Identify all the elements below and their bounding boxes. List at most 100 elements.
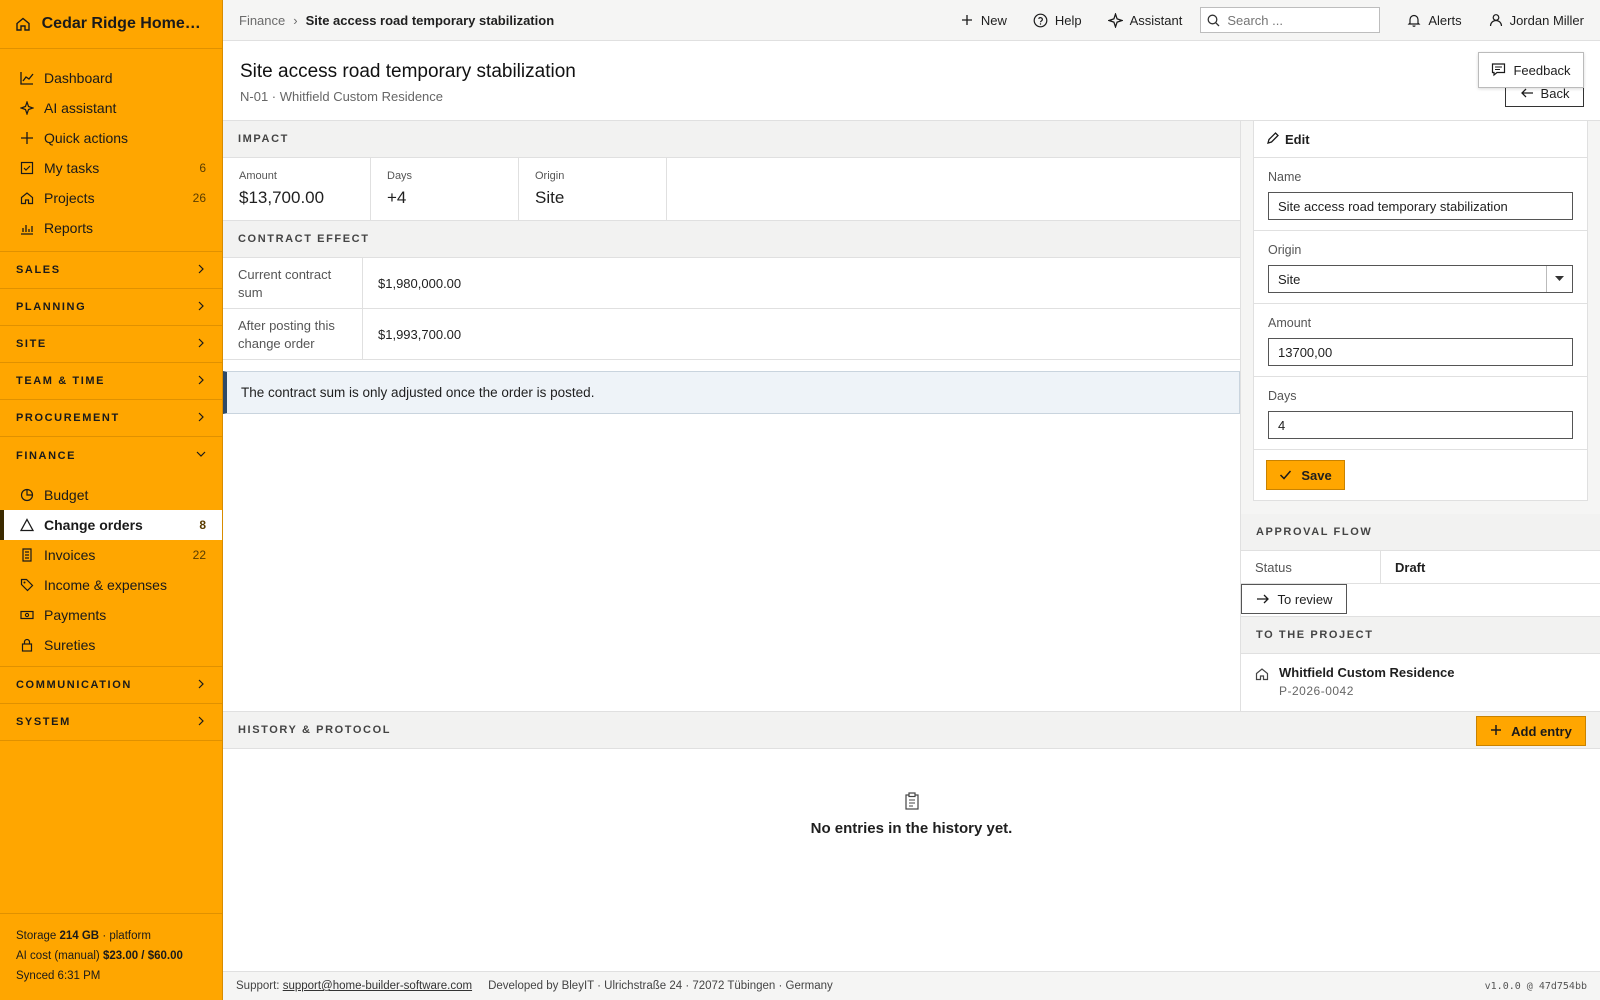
sparkle-icon [19, 100, 35, 116]
name-field-group: Name Site access road temporary stabiliz… [1254, 158, 1587, 231]
impact-origin-value: Site [535, 188, 565, 207]
caret-down-icon [1546, 266, 1572, 292]
home-icon [19, 190, 35, 206]
sidebar-item-label: Invoices [44, 547, 96, 563]
origin-field-group: Origin Site [1254, 231, 1587, 304]
sidebar-group-team-time[interactable]: TEAM & TIME [0, 363, 222, 400]
home-icon [1255, 667, 1269, 681]
sidebar-item-ai-assistant[interactable]: AI assistant [0, 93, 222, 123]
sidebar-group-site[interactable]: SITE [0, 326, 222, 363]
page-header: Site access road temporary stabilization… [223, 41, 1600, 121]
impact-days-label: Days [387, 170, 413, 182]
arrow-right-icon [1256, 592, 1270, 606]
support-label: Support: [236, 980, 280, 992]
history-heading: HISTORY & PROTOCOL [238, 724, 392, 736]
alerts-button[interactable]: Alerts [1406, 12, 1462, 28]
amount-field-group: Amount 13700,00 [1254, 304, 1587, 377]
help-circle-icon [1033, 12, 1049, 28]
help-button[interactable]: Help [1033, 12, 1082, 28]
sync-status: Synced 6:31 PM [16, 970, 101, 982]
support-email-link[interactable]: support@home-builder-software.com [283, 980, 472, 992]
sidebar-group-finance[interactable]: FINANCE [0, 437, 222, 474]
chevron-right-icon [196, 338, 206, 351]
new-button[interactable]: New [959, 12, 1007, 28]
review-row: To review [1241, 584, 1600, 617]
ai-cost-label: AI cost (manual) [16, 950, 100, 962]
sidebar-group-sales[interactable]: SALES [0, 252, 222, 289]
name-field[interactable]: Site access road temporary stabilization [1268, 192, 1573, 220]
help-button-label: Help [1054, 12, 1082, 28]
message-icon [1491, 62, 1507, 78]
storage-label: Storage [16, 930, 57, 942]
plus-icon [1490, 724, 1504, 738]
sidebar-group-planning[interactable]: PLANNING [0, 289, 222, 326]
to-review-button[interactable]: To review [1241, 584, 1347, 614]
feedback-button[interactable]: Feedback [1478, 52, 1584, 88]
assistant-button-label: Assistant [1129, 12, 1183, 28]
sidebar-item-label: Income & expenses [44, 577, 167, 593]
history-heading-bar: HISTORY & PROTOCOL Add entry [223, 712, 1600, 749]
sidebar-group-system[interactable]: SYSTEM [0, 704, 222, 741]
days-field[interactable]: 4 [1268, 411, 1573, 439]
page-title: Site access road temporary stabilization [240, 61, 576, 82]
assistant-button[interactable]: Assistant [1108, 12, 1183, 28]
save-button[interactable]: Save [1266, 460, 1345, 490]
add-entry-button[interactable]: Add entry [1476, 716, 1586, 746]
sidebar-item-invoices[interactable]: Invoices 22 [0, 540, 222, 570]
sidebar-item-my-tasks[interactable]: My tasks 6 [0, 153, 222, 183]
amount-field[interactable]: 13700,00 [1268, 338, 1573, 366]
storage-suffix: · platform [102, 930, 151, 942]
sidebar-group-procurement[interactable]: PROCUREMENT [0, 400, 222, 437]
sidebar-item-count: 6 [199, 161, 206, 175]
check-icon [1279, 468, 1293, 482]
receipt-icon [19, 547, 35, 563]
chevron-right-icon [196, 301, 206, 314]
sidebar-group-communication[interactable]: COMMUNICATION [0, 667, 222, 704]
current-contract-row: Current contract sum $1,980,000.00 [223, 258, 1240, 309]
clipboard-icon [903, 792, 921, 810]
sidebar-item-income-expenses[interactable]: Income & expenses [0, 570, 222, 600]
sidebar-item-payments[interactable]: Payments [0, 600, 222, 630]
project-heading: TO THE PROJECT [1241, 617, 1600, 654]
project-name: Whitfield Custom Residence [1279, 665, 1455, 680]
brand[interactable]: Cedar Ridge Homes L... [0, 0, 222, 49]
sidebar-item-quick-actions[interactable]: Quick actions [0, 123, 222, 153]
save-wrap: Save [1254, 450, 1587, 500]
pencil-icon [1266, 132, 1280, 146]
top-actions: New Help Assistant Alerts Jordan Miller [933, 7, 1584, 33]
sidebar-item-projects[interactable]: Projects 26 [0, 183, 222, 213]
ai-cost-info: AI cost (manual) $23.00 / $60.00 [16, 946, 206, 966]
current-contract-label: Current contract sum [223, 258, 363, 308]
impact-summary: Amount $13,700.00 Days +4 Origin Site [223, 158, 1240, 221]
search-box[interactable] [1200, 7, 1381, 33]
breadcrumb-separator: › [293, 12, 298, 28]
sidebar-group-label: SYSTEM [16, 716, 71, 728]
status-value: Draft [1395, 559, 1426, 575]
sidebar-group-label: SALES [16, 264, 61, 276]
bar-chart-icon [19, 220, 35, 236]
sparkle-icon [1108, 12, 1124, 28]
project-link[interactable]: Whitfield Custom Residence P-2026-0042 [1241, 654, 1600, 711]
sidebar-item-count: 22 [192, 548, 206, 562]
impact-origin-label: Origin [535, 170, 565, 182]
tag-icon [19, 577, 35, 593]
home-icon [14, 15, 32, 33]
sidebar-item-budget[interactable]: Budget [0, 480, 222, 510]
sidebar-footer: Storage 214 GB · platform AI cost (manua… [0, 913, 222, 1000]
search-input[interactable] [1227, 12, 1368, 28]
arrow-left-icon [1520, 86, 1534, 100]
history-empty-state: No entries in the history yet. [223, 749, 1600, 837]
page-subtitle: N-01 · Whitfield Custom Residence [240, 89, 444, 104]
sidebar-item-sureties[interactable]: Sureties [0, 630, 222, 660]
lock-icon [19, 637, 35, 653]
sidebar-item-dashboard[interactable]: Dashboard [0, 63, 222, 93]
project-info: Whitfield Custom Residence P-2026-0042 [1279, 665, 1455, 700]
origin-select[interactable]: Site [1268, 265, 1573, 293]
breadcrumb-parent[interactable]: Finance [239, 13, 285, 28]
chevron-right-icon [196, 679, 206, 692]
sidebar-item-change-orders[interactable]: Change orders 8 [0, 510, 222, 540]
page-footer: Support: support@home-builder-software.c… [223, 971, 1600, 1000]
user-menu[interactable]: Jordan Miller [1488, 12, 1584, 28]
sidebar-item-reports[interactable]: Reports [0, 213, 222, 243]
edit-card: Edit Name Site access road temporary sta… [1253, 121, 1588, 501]
